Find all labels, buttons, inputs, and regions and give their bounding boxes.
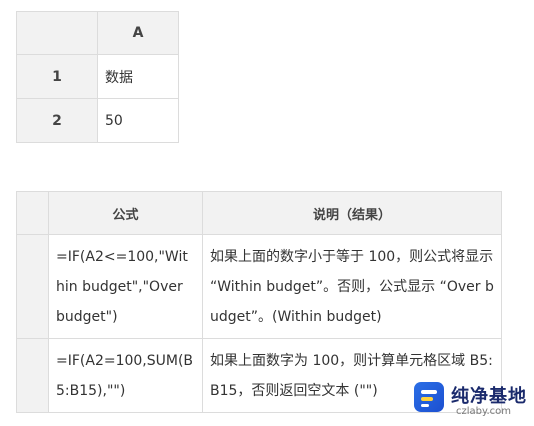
row-gutter	[16, 338, 49, 413]
row-number: 1	[16, 54, 98, 99]
column-header-a: A	[97, 11, 179, 55]
watermark-title: 纯净基地	[451, 386, 527, 407]
row-number: 2	[16, 98, 98, 143]
row-gutter	[16, 234, 49, 339]
cell-a1: 数据	[97, 54, 179, 99]
description-header: 说明（结果）	[202, 191, 502, 235]
formula-cell: =IF(A2=100,SUM(B5:B15),"")	[48, 338, 203, 413]
table-corner	[16, 11, 98, 55]
table-corner	[16, 191, 49, 235]
formula-header: 公式	[48, 191, 203, 235]
watermark-site: czlaby.com	[456, 406, 512, 417]
logo-icon	[414, 382, 444, 412]
formula-cell: =IF(A2<=100,"Within budget","Over budget…	[48, 234, 203, 339]
description-cell: 如果上面的数字小于等于 100，则公式将显示 “Within budget”。否…	[202, 234, 502, 339]
data-table: A 1 数据 2 50	[16, 11, 179, 143]
site-watermark: 纯净基地 czlaby.com	[396, 376, 534, 426]
cell-a2: 50	[97, 98, 179, 143]
